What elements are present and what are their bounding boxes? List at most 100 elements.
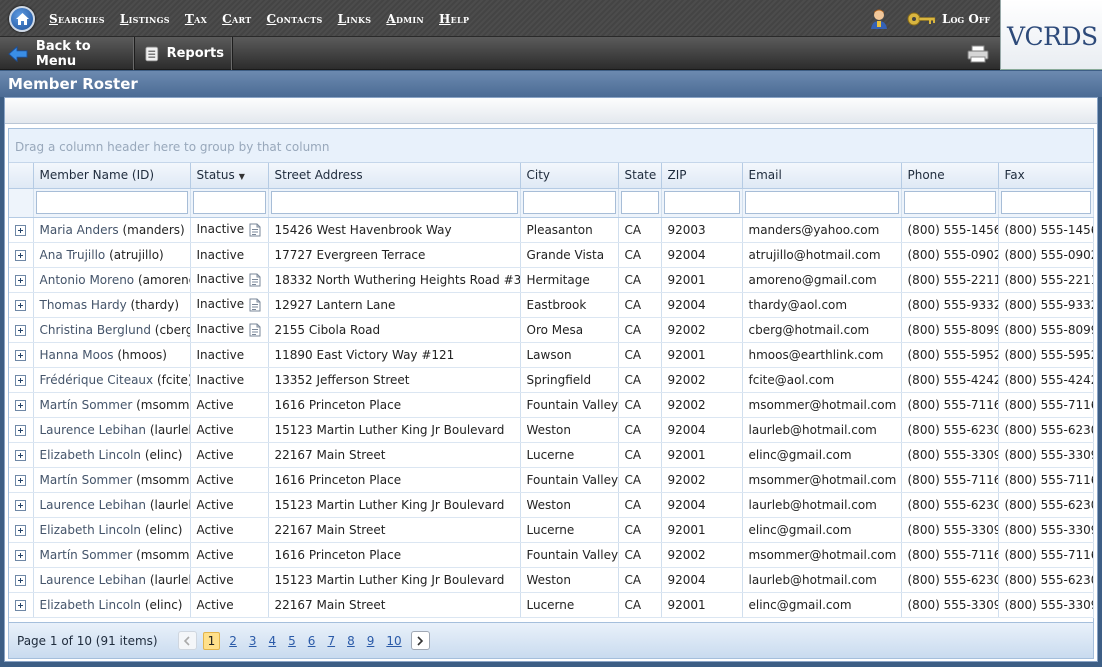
- filter-input-email[interactable]: [744, 191, 899, 214]
- user-icon[interactable]: [869, 8, 889, 30]
- expand-row-icon[interactable]: [15, 449, 26, 461]
- table-row[interactable]: Elizabeth Lincoln (elinc) Active 22167 Mai…: [9, 442, 1094, 468]
- note-icon[interactable]: [249, 273, 261, 287]
- column-header-zip[interactable]: ZIP: [661, 163, 743, 189]
- table-row[interactable]: Martín Sommer (msommer) Active 1616 Prince…: [9, 467, 1094, 493]
- expand-row-icon[interactable]: [15, 549, 26, 561]
- expand-row-icon[interactable]: [15, 299, 26, 311]
- name-cell: Laurence Lebihan (laurleb): [33, 492, 191, 518]
- filter-input-phone[interactable]: [903, 191, 996, 214]
- column-header-city[interactable]: City: [520, 163, 619, 189]
- expand-row-icon[interactable]: [15, 599, 26, 611]
- menu-item-links[interactable]: Links: [338, 12, 372, 26]
- address-cell: 12927 Lantern Lane: [268, 292, 521, 318]
- filter-input-name[interactable]: [35, 191, 188, 214]
- page-number-6[interactable]: 6: [305, 634, 319, 648]
- menu-item-searches[interactable]: Searches: [49, 12, 105, 26]
- column-header-fax[interactable]: Fax: [998, 163, 1094, 189]
- table-row[interactable]: Laurence Lebihan (laurleb) Active 15123 Ma…: [9, 567, 1094, 593]
- filter-input-address[interactable]: [270, 191, 518, 214]
- expand-row-icon[interactable]: [15, 499, 26, 511]
- column-header-state[interactable]: State: [618, 163, 662, 189]
- expand-row-icon[interactable]: [15, 399, 26, 411]
- menu-item-contacts[interactable]: Contacts: [267, 12, 323, 26]
- table-row[interactable]: Elizabeth Lincoln (elinc) Active 22167 Mai…: [9, 517, 1094, 543]
- page-number-9[interactable]: 9: [364, 634, 378, 648]
- column-header-address[interactable]: Street Address: [268, 163, 521, 189]
- table-row[interactable]: Laurence Lebihan (laurleb) Active 15123 Ma…: [9, 492, 1094, 518]
- expand-row-icon[interactable]: [15, 224, 26, 236]
- table-row[interactable]: Elizabeth Lincoln (elinc) Active 22167 Mai…: [9, 592, 1094, 618]
- expand-row-icon[interactable]: [15, 249, 26, 261]
- expand-row-icon[interactable]: [15, 474, 26, 486]
- menu-item-listings[interactable]: Listings: [120, 12, 170, 26]
- filter-input-fax[interactable]: [1000, 191, 1091, 214]
- menu-item-cart[interactable]: Cart: [222, 12, 251, 26]
- expand-row-icon[interactable]: [15, 574, 26, 586]
- menu-item-admin[interactable]: Admin: [386, 12, 424, 26]
- expand-row-icon[interactable]: [15, 524, 26, 536]
- prev-page-button[interactable]: [177, 631, 197, 650]
- phone-cell: (800) 555-9332: [901, 292, 999, 318]
- menu-item-tax[interactable]: Tax: [185, 12, 207, 26]
- table-row[interactable]: Hanna Moos (hmoos) Inactive 11890 East Vic…: [9, 342, 1094, 368]
- table-row[interactable]: Martín Sommer (msommer) Active 1616 Prince…: [9, 392, 1094, 418]
- page-number-1[interactable]: 1: [202, 631, 221, 650]
- page-number-2[interactable]: 2: [226, 634, 240, 648]
- phone-cell: (800) 555-1456: [901, 217, 999, 243]
- back-to-menu-button[interactable]: Back to Menu: [0, 37, 135, 70]
- table-row[interactable]: Martín Sommer (msommer) Active 1616 Prince…: [9, 542, 1094, 568]
- email-cell: laurleb@hotmail.com: [742, 492, 902, 518]
- page-number-10[interactable]: 10: [383, 634, 404, 648]
- table-row[interactable]: Christina Berglund (cberg) Inactive 2155 C…: [9, 317, 1094, 343]
- zip-cell: 92001: [661, 342, 743, 368]
- table-row[interactable]: Ana Trujillo (atrujillo) Inactive 17727 Ev…: [9, 242, 1094, 268]
- table-row[interactable]: Frédérique Citeaux (fcite) Inactive 13352 …: [9, 367, 1094, 393]
- phone-cell: (800) 555-4242: [901, 367, 999, 393]
- phone-cell: (800) 555-8099: [901, 317, 999, 343]
- column-header-email[interactable]: Email: [742, 163, 902, 189]
- column-header-status[interactable]: Status ▼: [190, 163, 269, 189]
- expand-row-icon[interactable]: [15, 324, 26, 336]
- filter-input-state[interactable]: [620, 191, 659, 214]
- table-row[interactable]: Maria Anders (manders) Inactive 15426 West…: [9, 217, 1094, 243]
- expand-row-icon[interactable]: [15, 274, 26, 286]
- expand-row-icon[interactable]: [15, 424, 26, 436]
- table-row[interactable]: Laurence Lebihan (laurleb) Active 15123 Ma…: [9, 417, 1094, 443]
- page-number-3[interactable]: 3: [246, 634, 260, 648]
- filter-input-city[interactable]: [522, 191, 616, 214]
- status-cell: Inactive: [190, 342, 269, 368]
- table-row[interactable]: Thomas Hardy (thardy) Inactive 12927 Lante…: [9, 292, 1094, 318]
- state-cell: CA: [618, 467, 662, 493]
- note-icon[interactable]: [249, 223, 261, 237]
- home-button[interactable]: [9, 6, 35, 32]
- city-cell: Fountain Valley: [520, 467, 619, 493]
- expand-cell: [9, 417, 34, 443]
- page-number-7[interactable]: 7: [324, 634, 338, 648]
- table-row[interactable]: Antonio Moreno (amoreno) Inactive 18332 No…: [9, 267, 1094, 293]
- back-arrow-icon: [8, 45, 28, 62]
- column-header-name[interactable]: Member Name (ID): [33, 163, 191, 189]
- filter-input-status[interactable]: [192, 191, 266, 214]
- note-icon[interactable]: [249, 323, 261, 337]
- page-number-5[interactable]: 5: [285, 634, 299, 648]
- filter-input-zip[interactable]: [663, 191, 740, 214]
- page-number-4[interactable]: 4: [266, 634, 280, 648]
- logoff-link[interactable]: Log Off: [942, 12, 990, 26]
- page-number-8[interactable]: 8: [344, 634, 358, 648]
- member-id: (msommer): [136, 472, 190, 487]
- member-status: Active: [196, 497, 234, 512]
- next-page-button[interactable]: [410, 631, 430, 650]
- menu-item-help[interactable]: Help: [439, 12, 469, 26]
- expand-row-icon[interactable]: [15, 349, 26, 361]
- printer-icon[interactable]: [967, 45, 989, 63]
- expand-row-icon[interactable]: [15, 374, 26, 386]
- email-cell: cberg@hotmail.com: [742, 317, 902, 343]
- top-nav-bar: Searches Listings Tax Cart Contacts Link…: [0, 0, 1000, 37]
- group-by-panel[interactable]: Drag a column header here to group by th…: [9, 129, 1093, 163]
- reports-button[interactable]: Reports: [137, 37, 233, 70]
- note-icon[interactable]: [249, 298, 261, 312]
- member-status: Inactive: [196, 347, 245, 362]
- city-cell: Lucerne: [520, 592, 619, 618]
- column-header-phone[interactable]: Phone: [901, 163, 999, 189]
